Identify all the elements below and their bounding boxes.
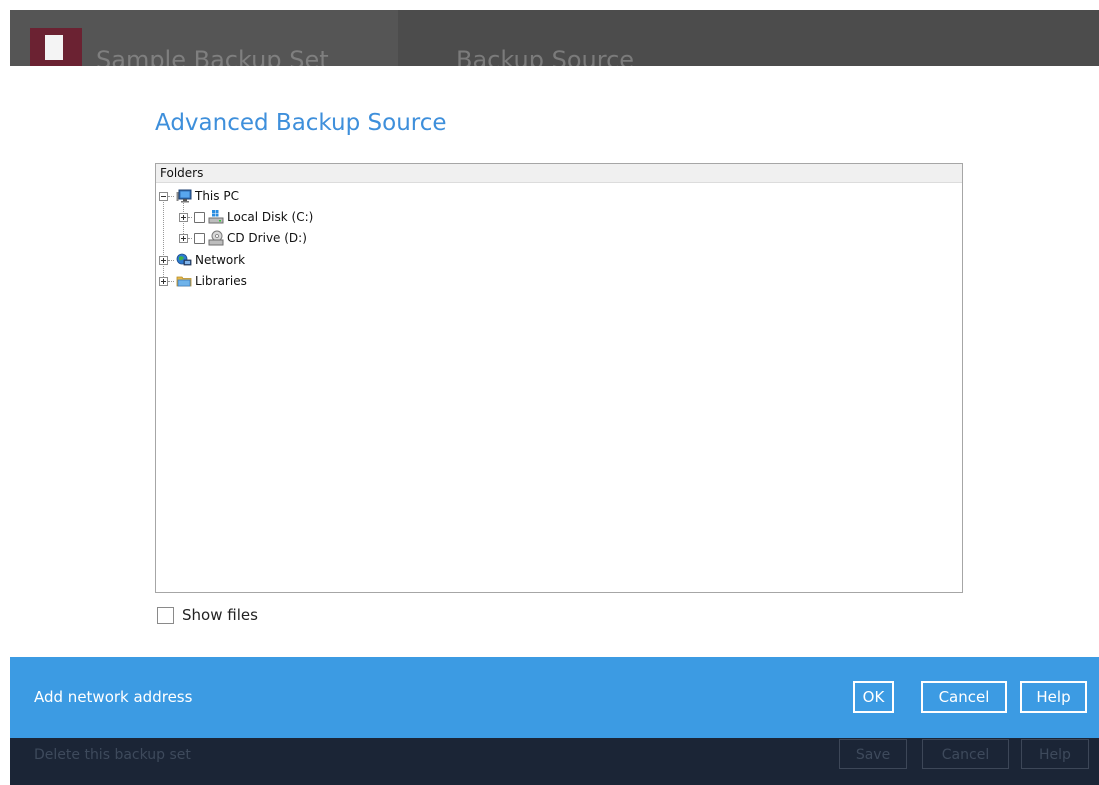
expand-icon[interactable]	[159, 276, 168, 286]
tree-item-cd-drive[interactable]: CD Drive (D:)	[179, 228, 307, 248]
local-disk-icon	[208, 210, 224, 224]
local-disk-checkbox[interactable]	[194, 211, 205, 223]
tree-item-this-pc[interactable]: This PC	[159, 186, 239, 206]
tree-item-local-disk[interactable]: Local Disk (C:)	[179, 207, 313, 227]
background-save-button[interactable]: Save	[839, 739, 907, 769]
tree-column-header: Folders	[156, 164, 962, 183]
tree-item-label: Libraries	[195, 274, 247, 288]
tree-connector	[188, 216, 192, 218]
tree-connector	[168, 280, 174, 282]
help-button[interactable]: Help	[1020, 681, 1087, 713]
backup-source-heading: Backup Source	[456, 46, 635, 68]
folder-tree-panel: Folders This PC Local Disk (C:) CD Drive…	[155, 163, 963, 593]
background-help-button[interactable]: Help	[1021, 739, 1089, 769]
tree-item-libraries[interactable]: Libraries	[159, 271, 247, 291]
document-icon	[45, 35, 63, 60]
collapse-icon[interactable]	[159, 191, 168, 201]
network-icon	[176, 253, 192, 266]
tree-item-label: CD Drive (D:)	[227, 231, 307, 245]
cancel-button[interactable]: Cancel	[921, 681, 1007, 713]
dialog-action-bar: Add network address OK Cancel Help	[10, 657, 1099, 738]
tree-connector	[188, 237, 192, 239]
show-files-option[interactable]: Show files	[157, 606, 258, 624]
expand-icon[interactable]	[179, 233, 188, 243]
expand-icon[interactable]	[159, 255, 168, 265]
tree-connector	[168, 195, 174, 197]
delete-backup-set-link[interactable]: Delete this backup set	[34, 747, 191, 763]
show-files-checkbox[interactable]	[157, 606, 174, 624]
cd-drive-icon	[208, 230, 224, 246]
libraries-icon	[176, 276, 192, 287]
background-cancel-button[interactable]: Cancel	[922, 739, 1009, 769]
dialog-title: Advanced Backup Source	[155, 110, 447, 136]
expand-icon[interactable]	[179, 212, 188, 222]
show-files-label: Show files	[182, 606, 258, 624]
tree-item-network[interactable]: Network	[159, 250, 245, 270]
add-network-address-link[interactable]: Add network address	[34, 688, 192, 706]
ok-button[interactable]: OK	[853, 681, 894, 713]
tree-connector	[168, 259, 174, 261]
computer-icon	[176, 189, 192, 203]
tree-item-label: Network	[195, 253, 246, 267]
tree-item-label: Local Disk (C:)	[227, 210, 314, 224]
tree-item-label: This PC	[195, 189, 239, 203]
backup-set-title: Sample Backup Set	[96, 46, 329, 68]
cd-drive-checkbox[interactable]	[194, 232, 205, 244]
